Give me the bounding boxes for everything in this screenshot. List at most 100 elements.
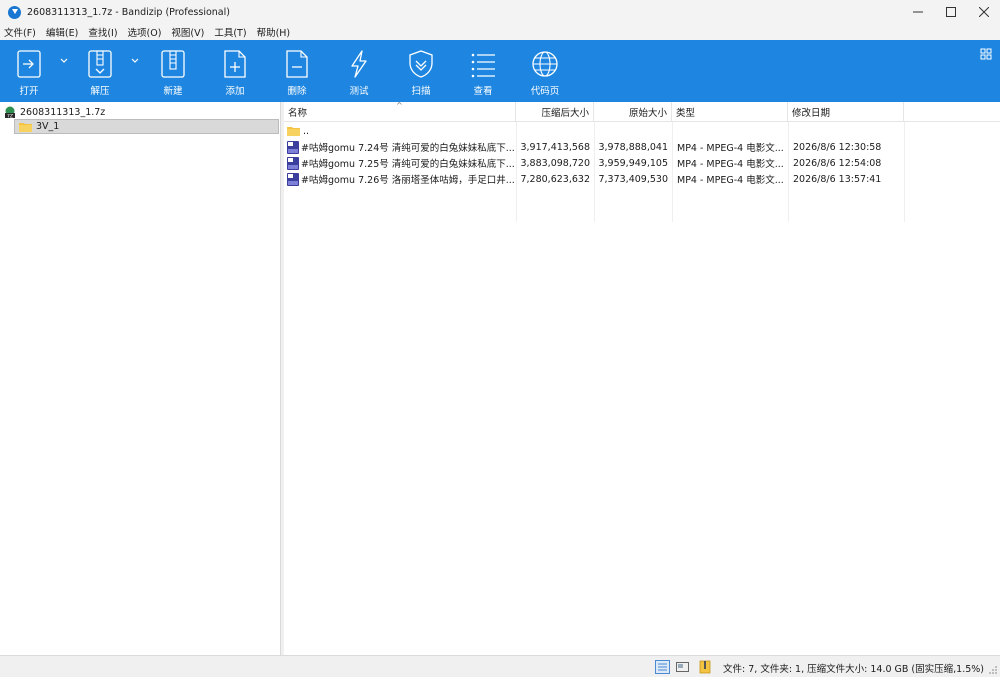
title-bar: 2608311313_1.7z - Bandizip (Professional… [0,0,1000,24]
details-view-icon[interactable] [655,660,670,674]
close-icon [978,7,989,17]
add-file-icon [224,50,246,78]
menu-tools[interactable]: 工具(T) [214,25,246,39]
maximize-icon [945,7,956,17]
column-compressed-label: 压缩后大小 [541,108,589,119]
cell-original: 3,978,888,041 [598,141,668,153]
toolbar: 打开 解压 新建 添加 删除 测试 扫描 查看 代码页 [0,40,1000,102]
folder-icon [287,127,300,136]
tree-folder-label: 3V_1 [36,121,60,132]
archive-info-icon[interactable] [698,660,713,674]
file-row[interactable]: #咕姆gomu 7.25号 清纯可爱的白兔妹妹私底下... 3,883,098,… [284,155,1000,171]
new-archive-label: 新建 [163,86,183,97]
cell-name: .. [287,123,515,139]
column-header-modified[interactable]: 修改日期 [788,102,904,122]
menu-options[interactable]: 选项(O) [128,25,162,39]
svg-text:7Z: 7Z [7,113,13,118]
extract-label: 解压 [90,86,110,97]
column-header-type[interactable]: 类型 [672,102,788,122]
file-row-parent-folder[interactable]: .. [284,123,1000,139]
menu-file[interactable]: 文件(F) [4,25,36,39]
maximize-button[interactable] [934,0,967,24]
open-label: 打开 [19,86,39,97]
scan-button[interactable]: 扫描 [396,40,446,102]
cell-compressed: 3,917,413,568 [520,141,590,153]
scan-label: 扫描 [411,86,431,97]
resize-grip-icon[interactable] [988,665,998,675]
cell-name: #咕姆gomu 7.24号 清纯可爱的白兔妹妹私底下... [287,139,515,155]
window-controls [901,0,1000,24]
test-archive-label: 测试 [349,86,369,97]
cell-type: MP4 - MPEG-4 电影文... [677,175,784,186]
cell-modified: 2026/8/6 12:54:08 [793,157,882,169]
open-archive-icon [17,50,41,78]
menu-edit[interactable]: 编辑(E) [46,25,78,39]
column-original-label: 原始大小 [628,108,667,119]
globe-icon [532,51,558,77]
file-name: #咕姆gomu 7.26号 洛丽塔圣体咕姆，手足口井... [301,175,515,186]
bandizip-app-icon [8,5,21,19]
lightning-bolt-icon [351,50,367,78]
list-view-icon [471,53,495,78]
tree-root-label: 2608311313_1.7z [20,106,106,118]
open-dropdown-chevron-icon[interactable] [59,56,69,66]
menu-bar: 文件(F) 编辑(E) 查找(I) 选项(O) 视图(V) 工具(T) 帮助(H… [0,24,1000,40]
view-label: 查看 [473,86,493,97]
delete-file-icon [286,50,308,78]
column-header-name[interactable]: 名称 ^ [284,101,516,122]
layout-grid-icon[interactable] [980,48,992,60]
window-title: 2608311313_1.7z - Bandizip (Professional… [27,6,230,18]
new-archive-button[interactable]: 新建 [148,40,198,102]
new-archive-icon [161,50,185,78]
cell-modified: 2026/8/6 13:57:41 [793,173,882,185]
menu-help[interactable]: 帮助(H) [257,25,291,39]
archive-7z-icon: 7Z [5,106,15,118]
close-button[interactable] [967,0,1000,24]
folder-icon [19,122,32,132]
cell-modified: 2026/8/6 12:30:58 [793,141,882,153]
cell-original: 7,373,409,530 [598,173,668,185]
add-files-label: 添加 [225,86,245,97]
status-bar: 文件: 7, 文件夹: 1, 压缩文件大小: 14.0 GB (固实压缩,1.5… [0,655,1000,677]
add-files-button[interactable]: 添加 [210,40,260,102]
open-button[interactable]: 打开 [4,40,54,102]
cell-compressed: 7,280,623,632 [520,173,590,185]
view-button[interactable]: 查看 [458,40,508,102]
menu-view[interactable]: 视图(V) [171,25,204,39]
video-file-icon [287,172,299,186]
column-type-label: 类型 [676,108,696,119]
cell-type: MP4 - MPEG-4 电影文... [677,159,784,170]
status-summary: 文件: 7, 文件夹: 1, 压缩文件大小: 14.0 GB (固实压缩,1.5… [723,664,984,675]
extract-icon [88,50,112,78]
minimize-icon [912,11,923,13]
codepage-label: 代码页 [530,86,560,97]
video-file-icon [287,140,299,154]
codepage-button[interactable]: 代码页 [520,40,570,102]
file-row[interactable]: #咕姆gomu 7.26号 洛丽塔圣体咕姆，手足口井... 7,280,623,… [284,171,1000,187]
file-list-pane[interactable]: 名称 ^ 压缩后大小 原始大小 类型 修改日期 .. #咕姆gomu 7.24号… [284,101,1000,655]
column-header-compressed[interactable]: 压缩后大小 [516,102,594,122]
folder-tree-pane[interactable]: 7Z 2608311313_1.7z 3V_1 [0,102,281,655]
file-name: .. [303,125,310,137]
file-name: #咕姆gomu 7.25号 清纯可爱的白兔妹妹私底下... [301,159,515,170]
extract-button[interactable]: 解压 [75,40,125,102]
shield-icon [409,50,433,78]
file-name: #咕姆gomu 7.24号 清纯可爱的白兔妹妹私底下... [301,143,515,154]
cell-original: 3,959,949,105 [598,157,668,169]
delete-files-button[interactable]: 删除 [272,40,322,102]
cell-type: MP4 - MPEG-4 电影文... [677,143,784,154]
column-modified-label: 修改日期 [792,108,831,119]
menu-find[interactable]: 查找(I) [88,25,117,39]
column-header-original[interactable]: 原始大小 [594,102,672,122]
test-archive-button[interactable]: 测试 [334,40,384,102]
cell-compressed: 3,883,098,720 [520,157,590,169]
tree-root-archive[interactable]: 7Z 2608311313_1.7z [4,105,105,119]
video-file-icon [287,156,299,170]
minimize-button[interactable] [901,0,934,24]
extract-dropdown-chevron-icon[interactable] [130,56,140,66]
tree-folder-3v1[interactable]: 3V_1 [14,119,279,134]
column-name-label: 名称 [288,108,308,119]
preview-view-icon[interactable] [675,660,690,674]
file-row[interactable]: #咕姆gomu 7.24号 清纯可爱的白兔妹妹私底下... 3,917,413,… [284,139,1000,155]
delete-files-label: 删除 [287,86,307,97]
